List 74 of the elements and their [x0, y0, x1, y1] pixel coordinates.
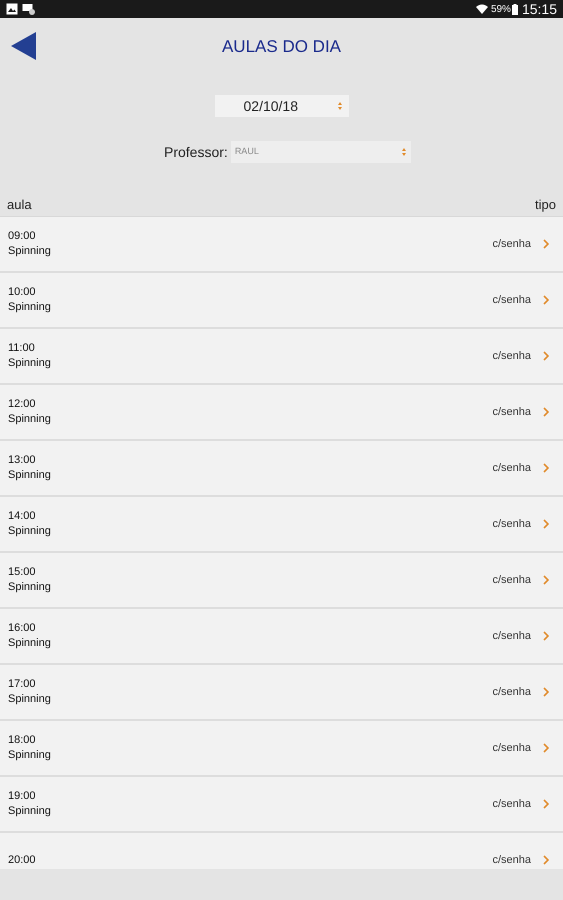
chevron-right-icon [543, 631, 549, 641]
professor-label: Professor: [164, 142, 228, 162]
class-name: Spinning [8, 636, 52, 651]
chevron-right-icon [543, 743, 549, 753]
class-time: 16:00 [8, 621, 37, 636]
chevron-right-icon [543, 799, 549, 809]
class-name: Spinning [8, 412, 52, 427]
class-type: c/senha [492, 628, 531, 644]
class-name: Spinning [8, 804, 52, 819]
battery-percent: 59% [490, 2, 511, 16]
class-name: Spinning [8, 524, 52, 539]
class-name: Spinning [8, 300, 52, 315]
class-time: 09:00 [8, 229, 37, 244]
class-name: Spinning [8, 692, 52, 707]
chevron-right-icon [543, 351, 549, 361]
class-row[interactable]: 11:00 Spinning c/senha [0, 329, 563, 385]
class-type: c/senha [492, 852, 531, 868]
column-header: aula [7, 196, 32, 214]
class-time: 10:00 [8, 285, 37, 300]
class-row[interactable]: 12:00 Spinning c/senha [0, 385, 563, 441]
class-row[interactable]: 14:00 Spinning c/senha [0, 497, 563, 553]
class-type: c/senha [492, 292, 531, 308]
back-arrow-icon [11, 32, 37, 60]
class-type: c/senha [492, 796, 531, 812]
class-row[interactable]: 09:00 Spinning c/senha [0, 217, 563, 273]
chevron-right-icon [543, 407, 549, 417]
class-row[interactable]: 20:00 c/senha [0, 833, 563, 869]
chevron-right-icon [543, 519, 549, 529]
class-name: Spinning [8, 244, 52, 259]
class-time: 15:00 [8, 565, 37, 580]
class-type: c/senha [492, 572, 531, 588]
page-title: AULAS DO DIA [222, 36, 342, 58]
class-type: c/senha [492, 516, 531, 532]
class-type: c/senha [492, 684, 531, 700]
back-button[interactable] [11, 32, 37, 60]
class-time: 13:00 [8, 453, 37, 468]
chevron-right-icon [543, 855, 549, 865]
class-time: 12:00 [8, 397, 37, 412]
class-type: c/senha [492, 404, 531, 420]
spinner-icon [336, 101, 342, 111]
class-row[interactable]: 19:00 Spinning c/senha [0, 777, 563, 833]
class-row[interactable]: 13:00 Spinning c/senha [0, 441, 563, 497]
class-name: Spinning [8, 468, 52, 483]
class-type: c/senha [492, 236, 531, 252]
class-time: 19:00 [8, 789, 37, 804]
spinner-icon [400, 147, 407, 157]
class-row[interactable]: 16:00 Spinning c/senha [0, 609, 563, 665]
clock: 15:15 [522, 0, 557, 18]
class-time: 11:00 [8, 341, 36, 356]
class-type: c/senha [492, 460, 531, 476]
chevron-right-icon [543, 575, 549, 585]
class-name: Spinning [8, 356, 52, 371]
message-icon [22, 3, 36, 15]
battery-icon [512, 4, 518, 14]
class-row[interactable]: 17:00 Spinning c/senha [0, 665, 563, 721]
chevron-right-icon [543, 295, 549, 305]
class-name: Spinning [8, 580, 52, 595]
class-time: 17:00 [8, 677, 37, 692]
class-time: 18:00 [8, 733, 37, 748]
column-header: tipo [535, 196, 556, 214]
class-time: 14:00 [8, 509, 37, 524]
class-type: c/senha [492, 348, 531, 364]
date-select[interactable]: 02/10/18 [214, 95, 348, 117]
class-time: 20:00 [8, 852, 37, 868]
class-row[interactable]: 18:00 Spinning c/senha [0, 721, 563, 777]
chevron-right-icon [543, 463, 549, 473]
chevron-right-icon [543, 687, 549, 697]
class-row[interactable]: 15:00 Spinning c/senha [0, 553, 563, 609]
class-row[interactable]: 10:00 Spinning c/senha [0, 273, 563, 329]
wifi-icon [476, 4, 488, 14]
gallery-icon [6, 3, 18, 15]
class-type: c/senha [492, 740, 531, 756]
chevron-right-icon [543, 239, 549, 249]
class-name: Spinning [8, 748, 52, 763]
